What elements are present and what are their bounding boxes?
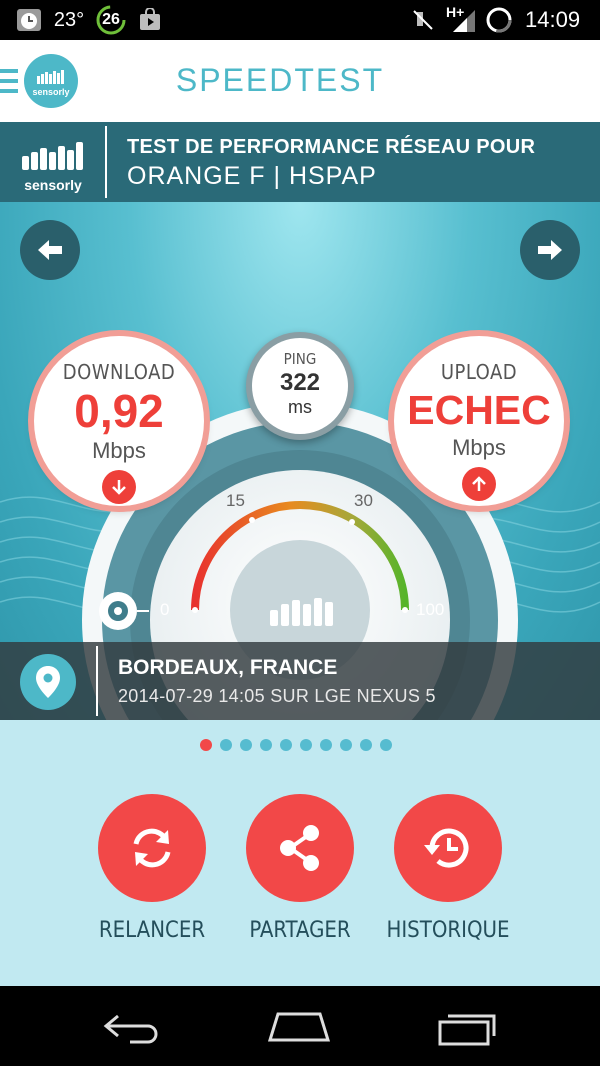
ping-value: 322 [279, 369, 321, 396]
divider [96, 646, 98, 716]
page-dot[interactable] [280, 739, 292, 751]
back-button[interactable] [100, 1008, 164, 1044]
sensorly-logo: sensorly [20, 138, 86, 193]
page-dot[interactable] [240, 739, 252, 751]
arrow-right-icon [538, 240, 562, 260]
test-date: 2014-07-29 14:05 SUR LGE NEXUS 5 [118, 686, 436, 706]
download-unit: Mbps [92, 438, 146, 463]
temperature-text: 23° [53, 8, 85, 31]
download-arrow-icon [102, 470, 136, 504]
location-bar: BORDEAUX, FRANCE 2014-07-29 14:05 SUR LG… [0, 642, 600, 720]
page-dot[interactable] [380, 739, 392, 751]
banner-logo-text: sensorly [24, 177, 82, 193]
divider [105, 126, 107, 198]
app-bar: sensorly SPEEDTEST [0, 40, 600, 122]
alarm-icon [14, 6, 44, 34]
clock: 14:09 [525, 7, 581, 32]
location-city: BORDEAUX, FRANCE [118, 656, 338, 679]
badge-icon: 26 [94, 5, 128, 35]
page-dot[interactable] [360, 739, 372, 751]
download-label: DOWNLOAD [62, 360, 176, 384]
upload-value: ECHEC [407, 387, 551, 433]
gauge-needle [137, 610, 149, 612]
relaunch-button[interactable] [98, 794, 206, 902]
page-dot[interactable] [320, 739, 332, 751]
gauge-tick-0: 0 [160, 600, 170, 619]
download-value: 0,92 [74, 385, 164, 437]
history-label: HISTORIQUE [386, 918, 510, 943]
sensorly-bars-icon [22, 142, 83, 170]
share-button[interactable] [246, 794, 354, 902]
home-button[interactable] [266, 1010, 332, 1044]
gauge-tick-100: 100 [416, 600, 445, 619]
temperature-icon: 23° [54, 6, 84, 34]
page-dot[interactable] [300, 739, 312, 751]
network-name: ORANGE F | HSPAP [127, 162, 377, 190]
page-title: SPEEDTEST [175, 62, 385, 98]
history-button[interactable] [394, 794, 502, 902]
previous-button[interactable] [20, 220, 80, 280]
store-icon [137, 6, 163, 34]
signal-icon [448, 6, 478, 34]
recents-icon [438, 1014, 496, 1046]
upload-unit: Mbps [452, 435, 506, 460]
status-bar: 23° 26 H+ 14:09 [0, 0, 600, 40]
ping-result: PING 322 ms [246, 332, 354, 440]
arrow-left-icon [38, 240, 62, 260]
system-nav-bar [0, 986, 600, 1066]
location-pin-icon [20, 654, 76, 710]
gauge-tick-30: 30 [354, 491, 373, 510]
upload-arrow-icon [462, 467, 496, 501]
gauge-tick-15: 15 [226, 491, 245, 510]
history-icon [424, 828, 469, 868]
share-icon [280, 825, 319, 871]
page-dot[interactable] [340, 739, 352, 751]
ping-unit: ms [288, 397, 312, 417]
refresh-icon [133, 828, 171, 868]
home-icon [267, 1012, 331, 1042]
mute-icon [410, 6, 436, 34]
gauge-needle-pivot [99, 592, 137, 630]
next-button[interactable] [520, 220, 580, 280]
page-dot[interactable] [220, 739, 232, 751]
upload-label: UPLOAD [440, 360, 518, 384]
notification-count: 26 [102, 11, 120, 28]
page-dot-active[interactable] [200, 739, 212, 751]
download-result: DOWNLOAD 0,92 Mbps [34, 336, 204, 506]
network-banner: sensorly TEST DE PERFORMANCE RÉSEAU POUR… [0, 122, 600, 202]
recents-button[interactable] [436, 1010, 500, 1046]
sync-icon [484, 6, 514, 34]
actions-panel: RELANCER PARTAGER HISTORIQUE [0, 720, 600, 986]
page-dot[interactable] [260, 739, 272, 751]
ping-label: PING [283, 350, 317, 368]
upload-result: UPLOAD ECHEC Mbps [394, 336, 564, 506]
back-icon [103, 1014, 158, 1044]
banner-heading: TEST DE PERFORMANCE RÉSEAU POUR [127, 136, 536, 158]
